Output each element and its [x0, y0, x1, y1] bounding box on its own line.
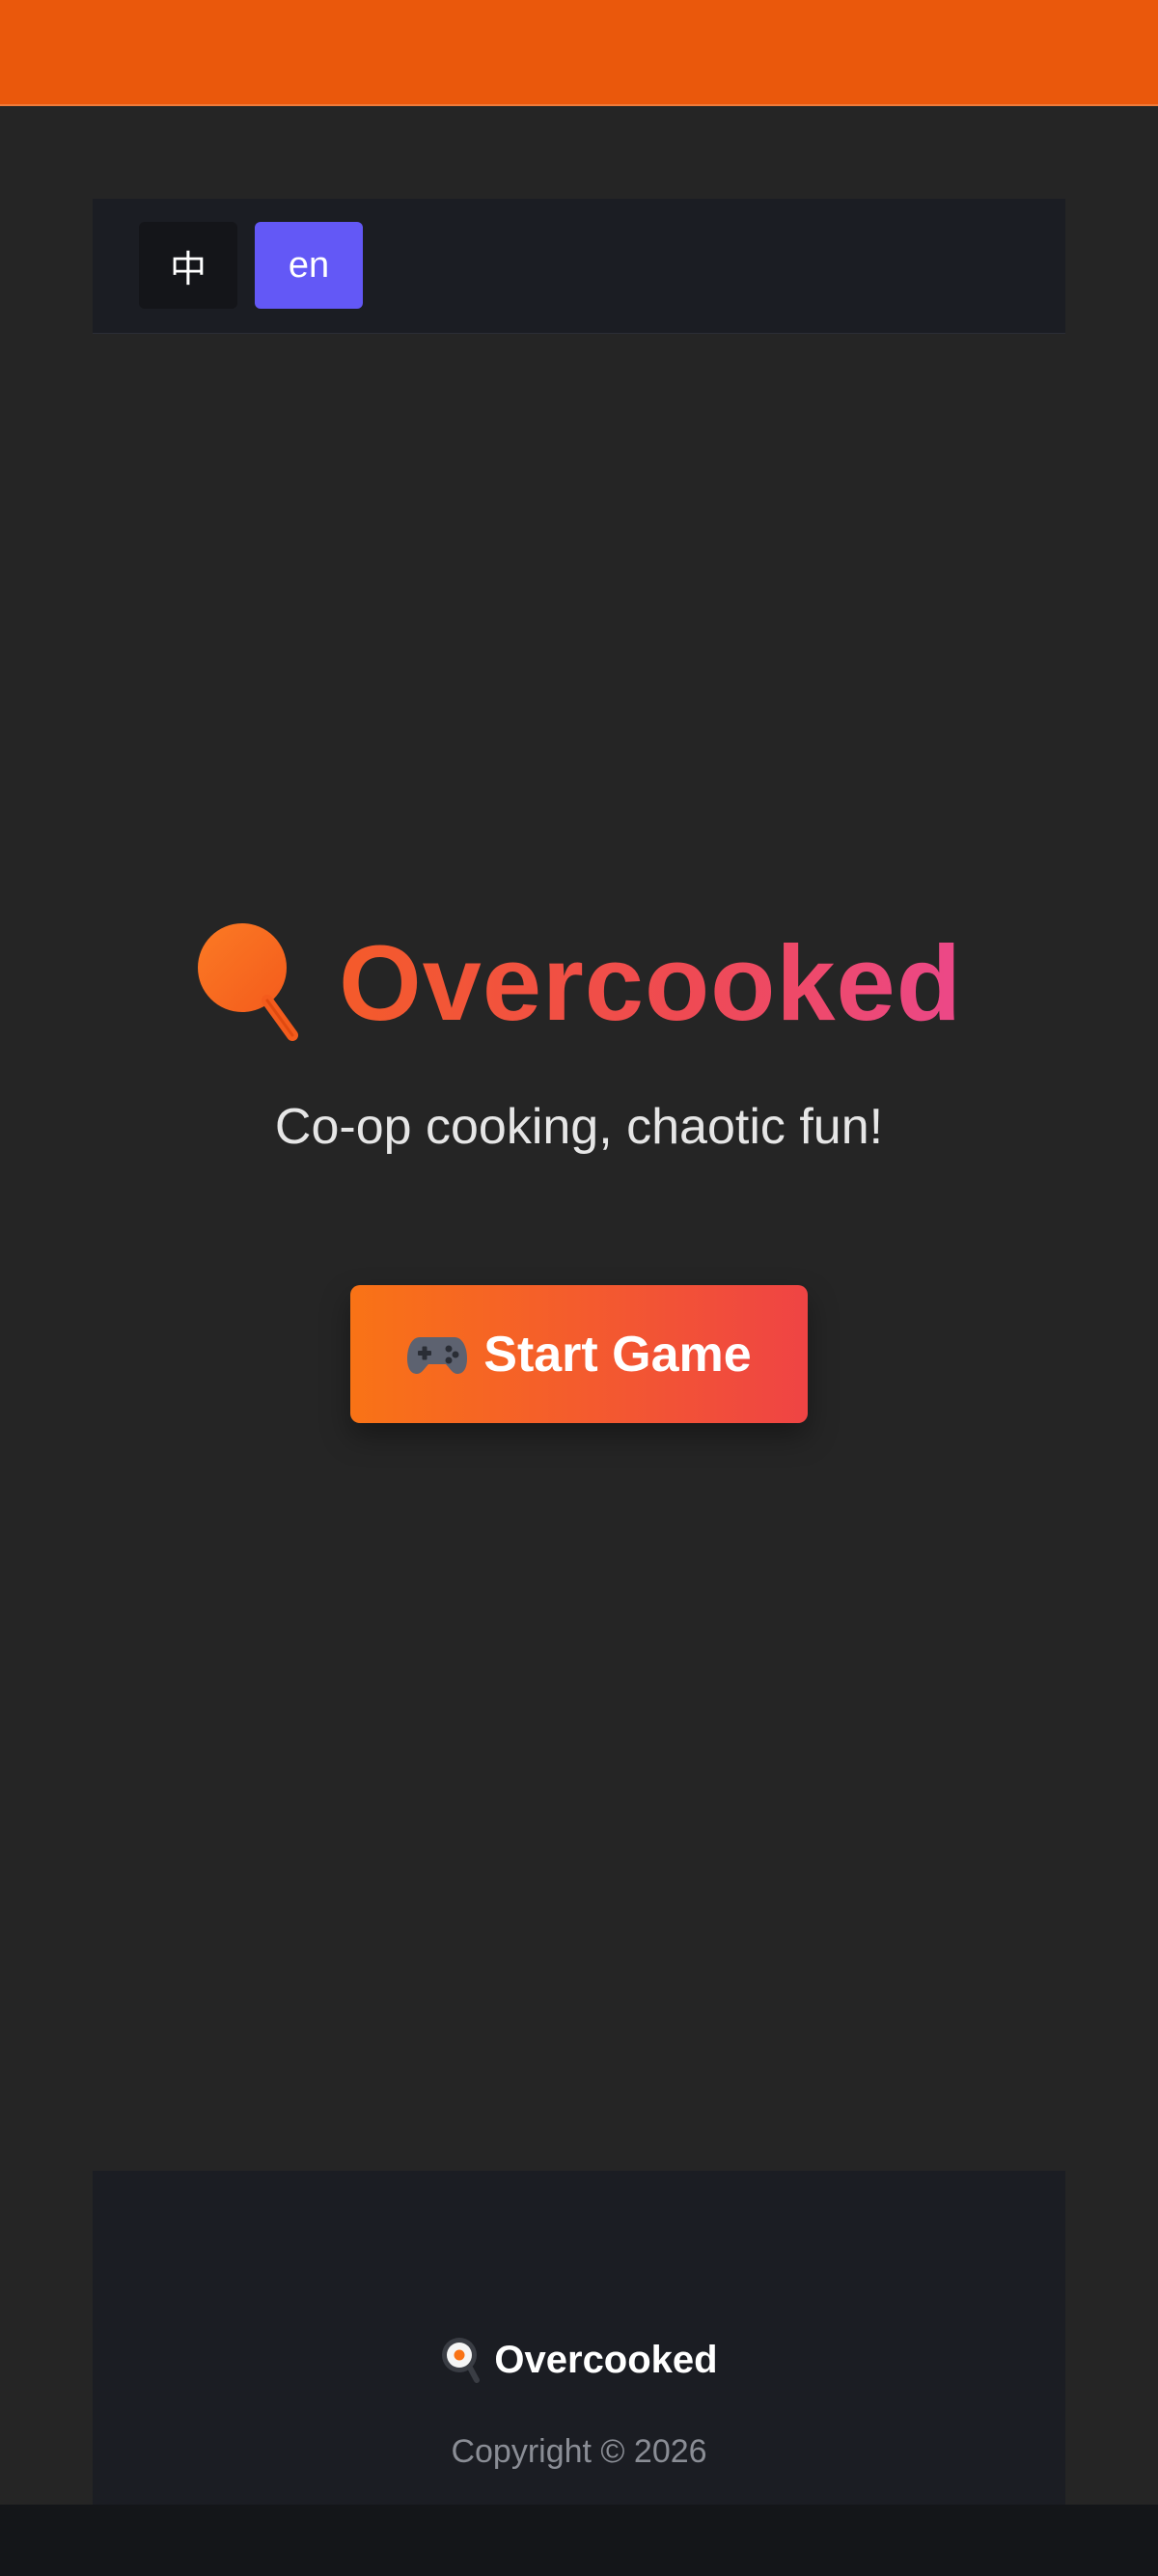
language-button-zh[interactable]: 中 [139, 222, 237, 309]
page-title: Overcooked [339, 924, 962, 1043]
top-bar [0, 0, 1158, 106]
frying-pan-egg-icon [442, 2338, 481, 2383]
hero-title-row: Overcooked [0, 912, 1158, 1056]
frying-pan-icon [198, 923, 299, 1041]
gamepad-icon [407, 1336, 468, 1374]
footer-brand-name: Overcooked [494, 2338, 718, 2381]
bottom-strip [0, 2505, 1158, 2576]
language-switcher: 中 en [93, 199, 1065, 334]
start-game-label: Start Game [483, 1326, 752, 1383]
tagline: Co-op cooking, chaotic fun! [274, 1099, 884, 1155]
copyright-text: Copyright © 2026 [451, 2433, 707, 2470]
language-button-en[interactable]: en [255, 222, 363, 309]
footer: Overcooked Copyright © 2026 [93, 2171, 1065, 2505]
start-game-button[interactable]: Start Game [350, 1285, 808, 1423]
footer-brand: Overcooked [93, 2331, 1065, 2389]
